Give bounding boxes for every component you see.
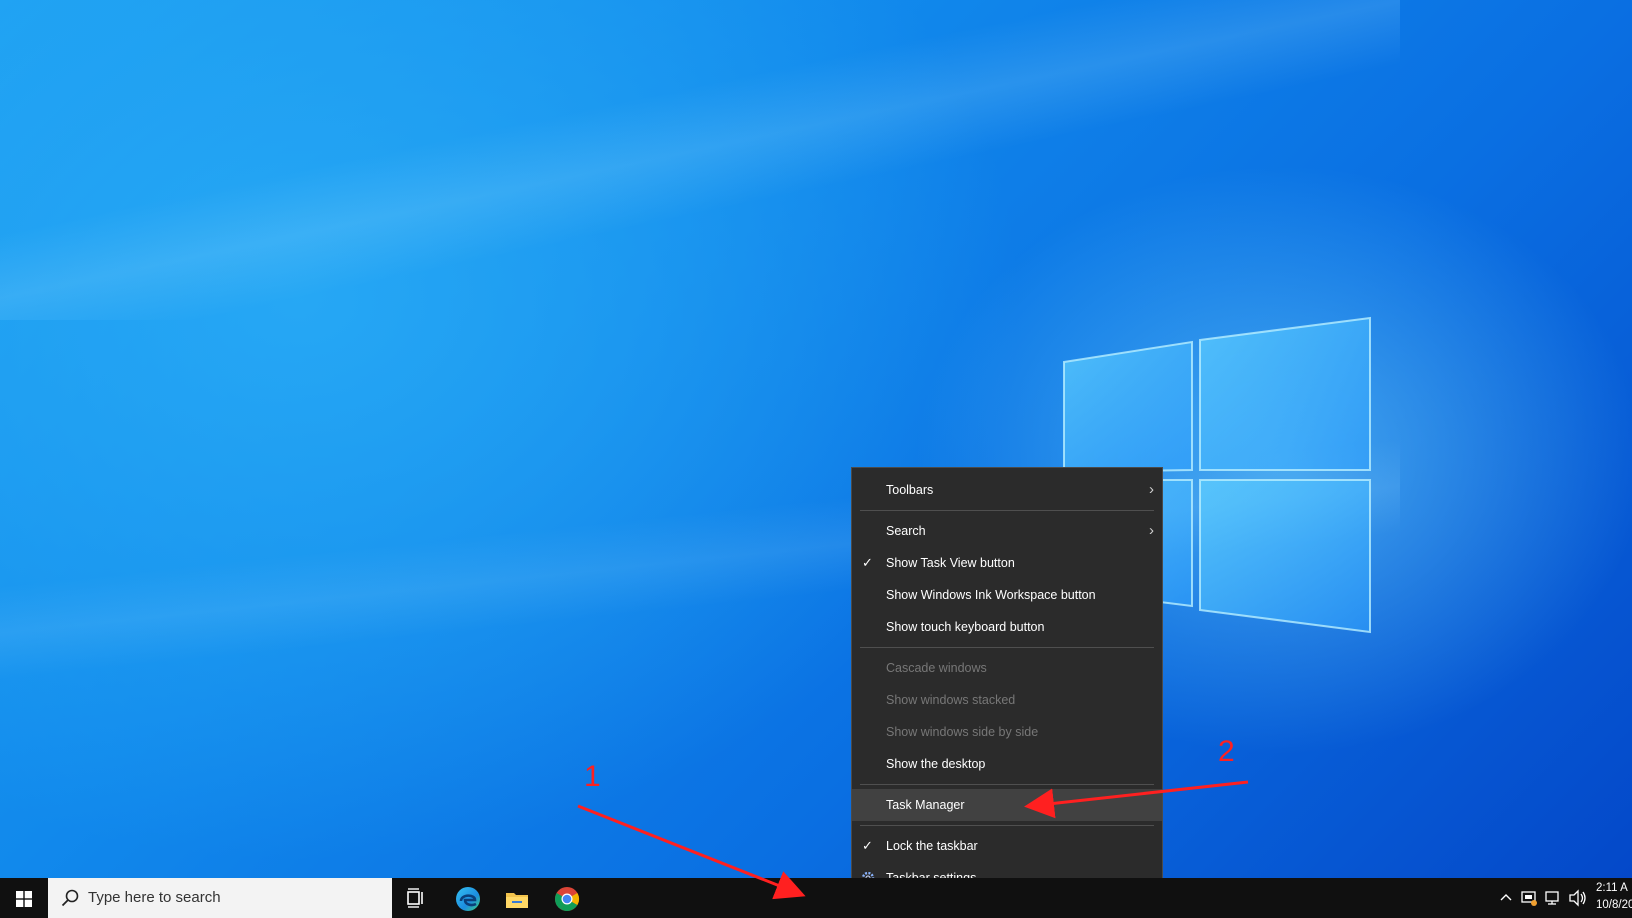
menu-item-show-windows-side-by-side: Show windows side by side [886, 725, 1039, 739]
menu-separator [860, 647, 1154, 648]
annotation-step-2: 2 [1218, 735, 1235, 768]
network-icon [1545, 891, 1559, 905]
chrome-icon [555, 887, 580, 912]
taskbar[interactable]: Type here to search 2:11 A 10/8/20 [0, 878, 1632, 918]
edge-icon [456, 887, 480, 911]
volume-icon [1569, 889, 1586, 907]
checkmark-icon: ✓ [862, 838, 873, 853]
volume-tray-button[interactable] [1566, 878, 1590, 918]
clock-date: 10/8/20 [1596, 899, 1632, 911]
edge-taskbar-button[interactable] [443, 878, 491, 918]
security-tray-button[interactable] [1518, 878, 1540, 918]
menu-item-show-touch-keyboard-button[interactable]: Show touch keyboard button [852, 611, 1162, 643]
clock-time: 2:11 A [1596, 882, 1628, 894]
file-explorer-taskbar-button[interactable] [492, 878, 540, 918]
menu-item-search[interactable]: Search › [852, 515, 1162, 547]
menu-item-cascade-windows: Cascade windows [886, 661, 987, 675]
menu-item-show-windows-stacked: Show windows stacked [886, 693, 1016, 707]
menu-item-lock-the-taskbar[interactable]: ✓ Lock the taskbar [852, 830, 1162, 862]
search-placeholder: Type here to search [88, 889, 221, 906]
windows-start-icon [16, 891, 32, 907]
desktop-wallpaper [0, 0, 1632, 878]
task-view-button[interactable] [392, 878, 440, 918]
checkmark-icon: ✓ [862, 555, 873, 570]
menu-item-task-manager[interactable]: Task Manager [852, 789, 1162, 821]
taskbar-context-menu: Toolbars › Search › ✓ Show Task View but… [851, 467, 1163, 905]
menu-separator [860, 510, 1154, 511]
file-explorer-icon [506, 893, 528, 908]
menu-item-show-the-desktop[interactable]: Show the desktop [852, 748, 1162, 780]
menu-separator [860, 784, 1154, 785]
network-tray-button[interactable] [1542, 878, 1564, 918]
show-hidden-icons-button[interactable] [1496, 878, 1516, 918]
chevron-right-icon: › [1149, 481, 1154, 498]
taskbar-clock[interactable]: 2:11 A 10/8/20 [1596, 880, 1632, 914]
taskbar-search-box[interactable]: Type here to search [48, 878, 392, 918]
security-icon [1521, 891, 1537, 906]
chrome-taskbar-button[interactable] [542, 878, 590, 918]
chevron-up-icon [1500, 894, 1512, 901]
menu-item-show-ink-workspace-button[interactable]: Show Windows Ink Workspace button [852, 579, 1162, 611]
annotation-step-1: 1 [584, 760, 601, 793]
menu-item-toolbars[interactable]: Toolbars › [852, 474, 1162, 506]
menu-separator [860, 825, 1154, 826]
search-icon [61, 889, 79, 907]
menu-item-show-task-view-button[interactable]: ✓ Show Task View button [852, 547, 1162, 579]
start-button[interactable] [0, 878, 48, 918]
chevron-right-icon: › [1149, 522, 1154, 539]
task-view-icon [407, 888, 423, 908]
